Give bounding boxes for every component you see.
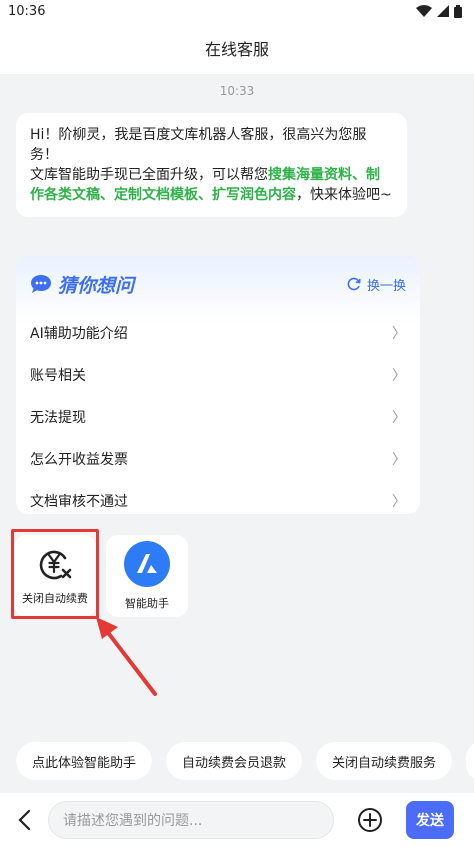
quick-chip-overflow[interactable] [466,742,474,780]
message-input[interactable]: 请描述您遇到的问题... [48,801,334,839]
send-button[interactable]: 发送 [406,801,454,839]
plus-circle-icon [358,808,382,832]
quick-chip[interactable]: 点此体验智能助手 [16,742,153,780]
input-bar: 请描述您遇到的问题... 发送 [0,793,474,847]
quick-reply-chips: 点此体验智能助手 自动续费会员退款 关闭自动续费服务 [16,742,474,780]
add-button[interactable] [334,807,406,833]
chevron-left-icon [18,809,31,831]
input-placeholder: 请描述您遇到的问题... [63,813,203,829]
quick-chip[interactable]: 关闭自动续费服务 [316,742,453,780]
quick-chip[interactable]: 自动续费会员退款 [166,742,303,780]
back-button[interactable] [0,809,48,831]
annotation-arrow [96,617,157,696]
